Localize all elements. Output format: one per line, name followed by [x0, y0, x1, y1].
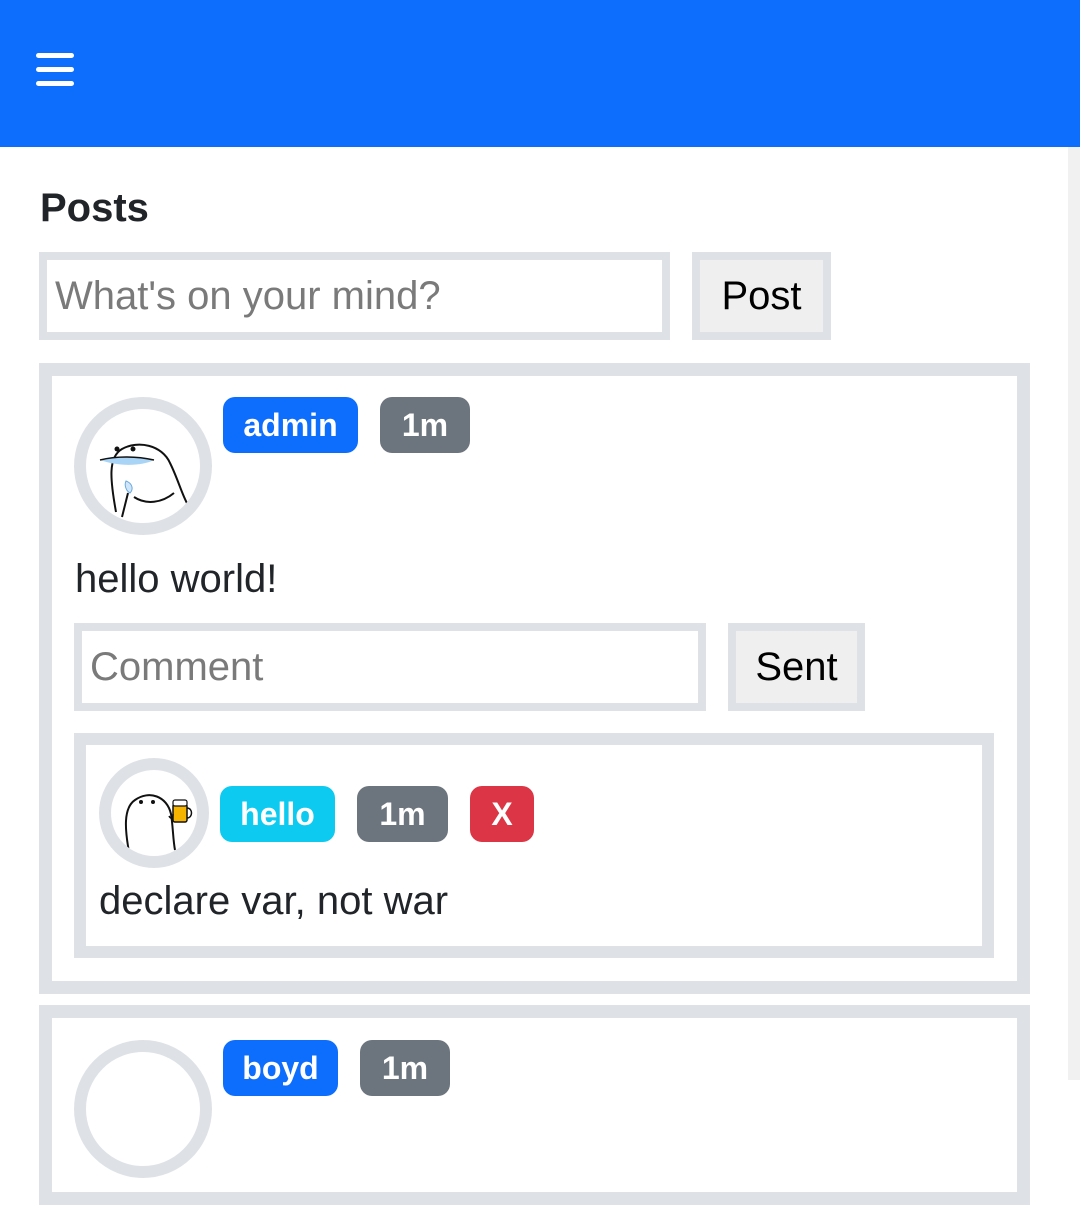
post-button[interactable]: Post [692, 252, 831, 340]
time-badge: 1m [380, 397, 470, 453]
comment-text: declare var, not war [99, 879, 449, 923]
post-input[interactable] [39, 252, 670, 340]
comment-input[interactable] [74, 623, 706, 711]
scrollbar[interactable] [1068, 147, 1080, 1080]
post-text: hello world! [75, 557, 278, 601]
author-badge[interactable]: admin [223, 397, 358, 453]
author-avatar[interactable] [74, 1040, 212, 1178]
commenter-avatar[interactable] [99, 758, 209, 868]
hamburger-menu-icon[interactable] [36, 53, 74, 87]
time-badge: 1m [360, 1040, 450, 1096]
doodle-avatar-icon [124, 794, 193, 853]
commenter-badge[interactable]: hello [220, 786, 335, 842]
author-badge[interactable]: boyd [223, 1040, 338, 1096]
send-comment-button[interactable]: Sent [728, 623, 865, 711]
comment-time-badge: 1m [357, 786, 448, 842]
delete-comment-button[interactable]: X [470, 786, 534, 842]
doodle-avatar-icon [99, 443, 189, 518]
author-avatar[interactable] [74, 397, 212, 535]
page-title: Posts [40, 186, 149, 230]
top-navbar [0, 0, 1080, 147]
